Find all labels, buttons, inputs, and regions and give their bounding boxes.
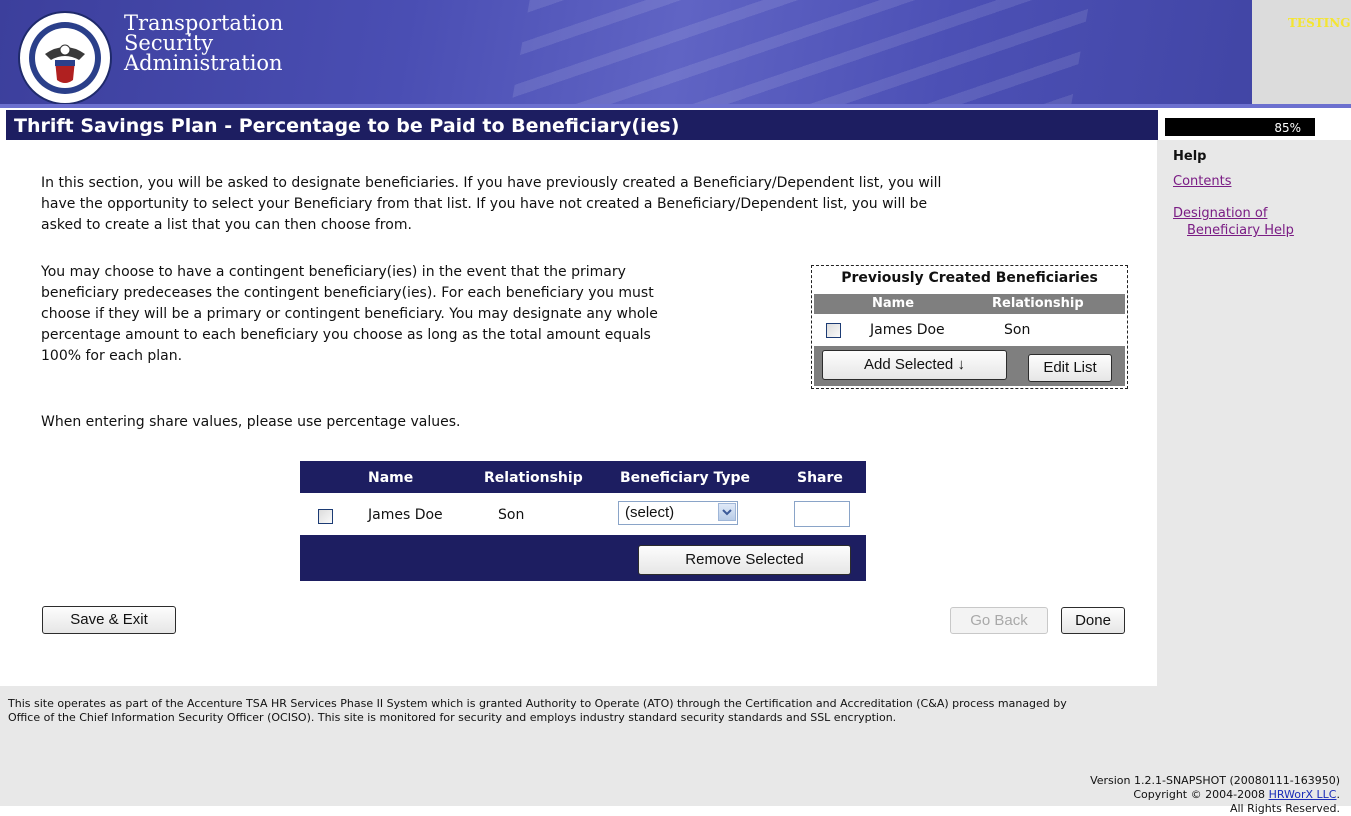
version-info: Version 1.2.1-SNAPSHOT (20080111-163950)…	[1090, 774, 1340, 816]
copyright-line: Copyright © 2004-2008 HRWorX LLC.	[1090, 788, 1340, 802]
company-link[interactable]: HRWorX LLC	[1269, 788, 1337, 801]
agency-name-line1: Transportation	[124, 11, 284, 35]
previous-beneficiaries-header: Name Relationship	[814, 294, 1125, 314]
progress-remaining	[1315, 118, 1341, 136]
footer: This site operates as part of the Accent…	[0, 686, 1351, 815]
help-title: Help	[1173, 149, 1207, 164]
intro-text-line: In this section, you will be asked to de…	[41, 175, 942, 191]
copyright-prefix: Copyright © 2004-2008	[1133, 788, 1269, 801]
intro-text-line: percentage amount to each beneficiary yo…	[41, 327, 651, 343]
beneficiary-type-value: (select)	[625, 504, 675, 521]
share-input[interactable]	[794, 501, 850, 527]
intro-text-line: have the opportunity to select your Bene…	[41, 196, 928, 212]
previous-beneficiary-relationship: Son	[1004, 322, 1031, 338]
intro-text-line: beneficiary predeceases the contingent b…	[41, 285, 654, 301]
agency-name: Transportation Security Administration	[124, 11, 284, 75]
environment-label: TESTING	[1288, 16, 1351, 30]
remove-selected-button[interactable]: Remove Selected	[638, 545, 851, 575]
beneficiary-type-select[interactable]: (select)	[618, 501, 738, 525]
dhs-seal-logo	[18, 11, 112, 105]
disclaimer-line: Office of the Chief Information Security…	[8, 711, 897, 724]
column-header-share: Share	[797, 470, 843, 486]
beneficiary-row-checkbox[interactable]	[318, 509, 333, 524]
intro-text-line: 100% for each plan.	[41, 348, 183, 364]
done-button[interactable]: Done	[1061, 607, 1125, 634]
disclaimer-line: This site operates as part of the Accent…	[8, 697, 1067, 710]
chevron-down-icon	[722, 509, 732, 516]
edit-list-button[interactable]: Edit List	[1028, 354, 1112, 382]
flag-stripes-decoration	[505, 0, 1095, 108]
page-title: Thrift Savings Plan - Percentage to be P…	[14, 115, 680, 137]
previous-beneficiaries-actions: Add Selected ↓ Edit List	[814, 346, 1125, 386]
header-banner: Transportation Security Administration T…	[0, 0, 1351, 108]
progress-bar: 85%	[1165, 118, 1341, 136]
previous-beneficiary-checkbox[interactable]	[826, 323, 841, 338]
intro-text-line: You may choose to have a contingent bene…	[41, 264, 626, 280]
intro-paragraph-2: You may choose to have a contingent bene…	[41, 262, 658, 367]
table-row: James Doe Son (select)	[300, 493, 866, 535]
column-header-relationship: Relationship	[992, 296, 1084, 311]
beneficiary-relationship: Son	[498, 507, 525, 523]
agency-name-line3: Administration	[124, 51, 283, 75]
previous-beneficiary-name: James Doe	[870, 322, 945, 338]
column-header-relationship: Relationship	[484, 470, 583, 486]
title-bar: Thrift Savings Plan - Percentage to be P…	[6, 110, 1158, 140]
version-text: Version 1.2.1-SNAPSHOT (20080111-163950)	[1090, 774, 1340, 787]
go-back-button[interactable]: Go Back	[950, 607, 1048, 634]
previous-beneficiaries-title: Previously Created Beneficiaries	[841, 270, 1098, 286]
help-link-beneficiary-help[interactable]: Beneficiary Help	[1187, 223, 1294, 238]
copyright-suffix: .	[1336, 788, 1341, 801]
rights-text: All Rights Reserved.	[1229, 802, 1340, 815]
save-exit-button[interactable]: Save & Exit	[42, 606, 176, 634]
security-disclaimer: This site operates as part of the Accent…	[8, 697, 1343, 725]
help-link-designation[interactable]: Designation of	[1173, 206, 1267, 221]
add-selected-button[interactable]: Add Selected ↓	[822, 350, 1007, 380]
column-header-name: Name	[872, 296, 915, 311]
beneficiary-name: James Doe	[368, 507, 443, 523]
previous-beneficiary-row: James Doe Son	[814, 316, 1125, 344]
progress-label: 85%	[1274, 121, 1301, 135]
header-separator	[0, 104, 1351, 108]
dropdown-button[interactable]	[718, 503, 736, 521]
intro-text-line: asked to create a list that you can then…	[41, 217, 412, 233]
help-sidebar: Help Contents Designation of Beneficiary…	[1157, 140, 1351, 686]
intro-text-line: choose if they will be a primary or cont…	[41, 306, 658, 322]
beneficiaries-table: Name Relationship Beneficiary Type Share…	[300, 461, 866, 581]
help-link-contents[interactable]: Contents	[1173, 174, 1231, 189]
column-header-name: Name	[368, 470, 414, 486]
column-header-beneficiary-type: Beneficiary Type	[620, 470, 750, 486]
share-values-instruction: When entering share values, please use p…	[41, 414, 461, 430]
agency-name-line2: Security	[124, 31, 214, 55]
previous-beneficiaries-panel: Previously Created Beneficiaries Name Re…	[811, 265, 1128, 389]
intro-paragraph-1: In this section, you will be asked to de…	[41, 173, 941, 236]
